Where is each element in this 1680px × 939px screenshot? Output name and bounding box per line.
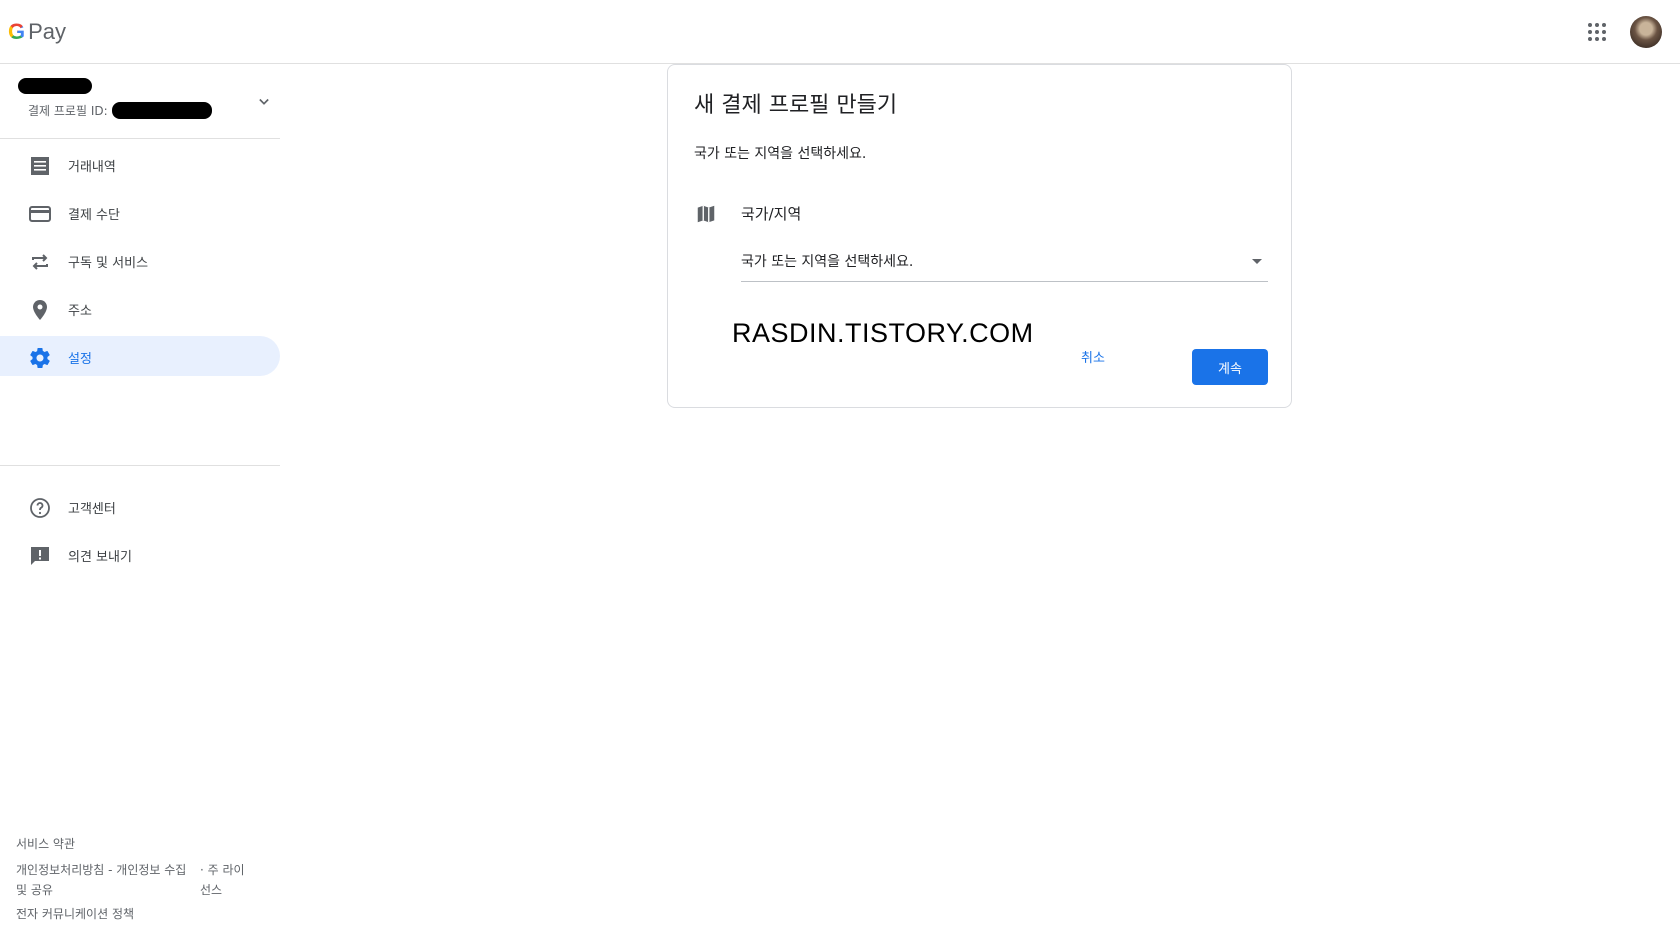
comms-policy-link[interactable]: 전자 커뮤니케이션 정책: [16, 907, 134, 921]
redacted-profile-name: [18, 78, 92, 94]
top-app-bar: G Pay: [0, 0, 1680, 64]
nav-item-addresses[interactable]: 주소: [0, 288, 280, 328]
nav-label: 고객센터: [68, 502, 116, 517]
nav-label: 결제 수단: [68, 208, 120, 223]
terms-link[interactable]: 서비스 약관: [16, 837, 75, 851]
apps-grid-icon[interactable]: [1588, 23, 1606, 41]
license-link[interactable]: · 주 라이선스: [200, 860, 250, 900]
sidebar-divider: [0, 465, 280, 466]
feedback-icon: [31, 547, 49, 565]
nav-item-feedback[interactable]: 의견 보내기: [0, 534, 280, 574]
country-region-select[interactable]: 국가 또는 지역을 선택하세요.: [741, 251, 1268, 282]
nav-label: 설정: [68, 352, 92, 367]
credit-card-icon: [29, 206, 51, 222]
nav-label: 의견 보내기: [68, 550, 132, 565]
nav-label: 구독 및 서비스: [68, 256, 149, 271]
redacted-profile-id: [112, 102, 212, 119]
location-pin-icon: [33, 300, 47, 320]
payment-profile-selector[interactable]: 결제 프로필 ID:: [0, 64, 280, 139]
map-icon: [697, 205, 715, 223]
nav-item-transactions[interactable]: 거래내역: [0, 144, 280, 184]
nav-label: 주소: [68, 304, 92, 319]
primary-nav: 거래내역 결제 수단 구독 및 서비스 주소 설정: [0, 144, 280, 384]
help-circle-icon: [30, 498, 50, 518]
logo-g: G: [8, 19, 26, 44]
country-region-label: 국가/지역: [741, 205, 802, 223]
cancel-button[interactable]: 취소: [1081, 347, 1105, 366]
receipt-list-icon: [31, 157, 49, 175]
card-title: 새 결제 프로필 만들기: [694, 93, 898, 118]
continue-button[interactable]: 계속: [1192, 349, 1268, 385]
create-profile-card: 새 결제 프로필 만들기 국가 또는 지역을 선택하세요. 국가/지역 국가 또…: [667, 64, 1292, 408]
google-pay-logo[interactable]: G Pay: [8, 19, 66, 45]
account-avatar[interactable]: [1630, 16, 1662, 48]
chevron-down-icon[interactable]: [254, 92, 274, 112]
logo-pay: Pay: [28, 19, 67, 44]
repeat-icon: [32, 254, 48, 270]
nav-item-subscriptions[interactable]: 구독 및 서비스: [0, 240, 280, 280]
watermark-text: RASDIN.TISTORY.COM: [732, 318, 1034, 348]
nav-item-payment-methods[interactable]: 결제 수단: [0, 192, 280, 232]
secondary-nav: 고객센터 의견 보내기: [0, 486, 280, 582]
nav-label: 거래내역: [68, 160, 116, 175]
sidebar-footer: 서비스 약관 개인정보처리방침 - 개인정보 수집 및 공유 · 주 라이선스 …: [16, 834, 266, 924]
sidebar: 결제 프로필 ID: 거래내역 결제 수단 구독 및 서비스 주소 설정 고객센…: [0, 64, 280, 939]
select-value: 국가 또는 지역을 선택하세요.: [741, 254, 914, 270]
dropdown-caret-icon: [1252, 259, 1262, 264]
nav-item-settings[interactable]: 설정: [0, 336, 280, 376]
nav-item-help[interactable]: 고객센터: [0, 486, 280, 526]
privacy-link[interactable]: 개인정보처리방침 - 개인정보 수집 및 공유: [16, 860, 196, 900]
card-subtitle: 국가 또는 지역을 선택하세요.: [694, 146, 867, 162]
gear-icon: [30, 348, 50, 369]
profile-id-label: 결제 프로필 ID:: [28, 104, 108, 118]
